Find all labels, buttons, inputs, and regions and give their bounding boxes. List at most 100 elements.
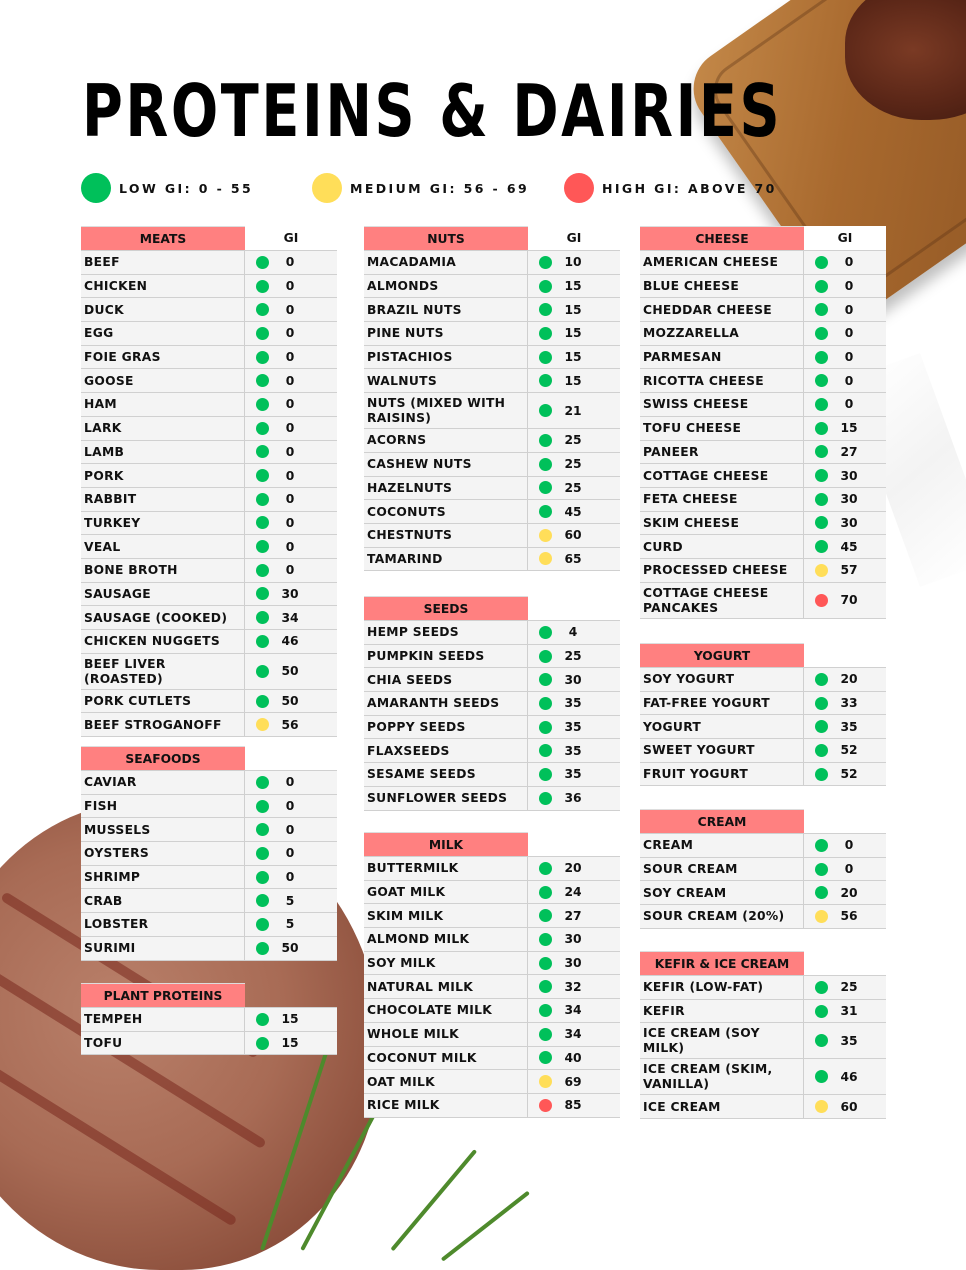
food-name: ICE CREAM xyxy=(640,1095,804,1119)
gi-cell: 0 xyxy=(245,488,337,511)
table-row: BLUE CHEESE 0 xyxy=(640,273,886,298)
table-row: SOY YOGURT 20 xyxy=(640,667,886,691)
low-gi-dot-icon xyxy=(815,886,828,900)
table-row: COCONUT MILK 40 xyxy=(364,1045,620,1070)
gi-cell: 50 xyxy=(245,937,337,960)
low-gi-dot-icon xyxy=(256,664,269,678)
category-title: MILK xyxy=(364,832,528,856)
table-row: CRAB 5 xyxy=(81,888,337,913)
gi-value: 33 xyxy=(840,696,858,711)
food-name: BUTTERMILK xyxy=(364,857,528,880)
kefir-ice-cream-table: KEFIR & ICE CREAM KEFIR (LOW-FAT) 25 KEFIR 3… xyxy=(640,951,886,1120)
gi-cell: 45 xyxy=(528,500,620,523)
food-name: ICE CREAM (SKIM, VANILLA) xyxy=(640,1059,804,1095)
gi-column-header: GI xyxy=(804,226,886,250)
food-name: SKIM MILK xyxy=(364,904,528,928)
table-row: HEMP SEEDS 4 xyxy=(364,620,620,644)
low-gi-dot-icon xyxy=(539,956,552,970)
low-gi-dot-icon xyxy=(815,421,828,435)
table-row: SWISS CHEESE 0 xyxy=(640,392,886,416)
table-row: PORK CUTLETS 50 xyxy=(81,688,337,713)
high-gi-dot-icon xyxy=(539,1098,552,1112)
gi-value: 0 xyxy=(844,397,854,412)
food-name: BEEF STROGANOFF xyxy=(81,713,245,737)
food-name: FRUIT YOGURT xyxy=(640,762,804,786)
gi-cell: 46 xyxy=(245,630,337,653)
gi-value: 60 xyxy=(840,1099,858,1114)
table-row: CHICKEN NUGGETS 46 xyxy=(81,629,337,653)
food-name: SOUR CREAM (20%) xyxy=(640,905,804,928)
food-name: NUTS (MIXED WITH RAISINS) xyxy=(364,393,528,429)
food-name: AMARANTH SEEDS xyxy=(364,692,528,715)
food-name: MACADAMIA xyxy=(364,251,528,274)
table-row: CHOCOLATE MILK 34 xyxy=(364,998,620,1022)
low-gi-dot-icon xyxy=(539,1003,552,1017)
table-row: SKIM CHEESE 30 xyxy=(640,510,886,535)
low-gi-dot-icon xyxy=(539,374,552,388)
gi-cell: 60 xyxy=(804,1095,886,1118)
food-name: BLUE CHEESE xyxy=(640,274,804,298)
food-name: OAT MILK xyxy=(364,1070,528,1093)
gi-cell: 50 xyxy=(245,690,337,713)
food-name: HAZELNUTS xyxy=(364,476,528,500)
low-gi-dot-icon xyxy=(256,279,269,293)
low-gi-dot-icon xyxy=(539,791,552,805)
gi-cell: 0 xyxy=(245,322,337,345)
legend-label: LOW GI: 0 - 55 xyxy=(119,180,254,196)
low-gi-dot-icon xyxy=(539,767,552,781)
table-row: RABBIT 0 xyxy=(81,486,337,511)
food-name: KEFIR (LOW-FAT) xyxy=(640,976,804,999)
food-name: PUMPKIN SEEDS xyxy=(364,644,528,668)
gi-value: 50 xyxy=(281,941,299,956)
gi-cell: 40 xyxy=(528,1047,620,1070)
table-row: FOIE GRAS 0 xyxy=(81,344,337,369)
gi-cell: 57 xyxy=(804,559,886,582)
low-gi-dot-icon xyxy=(815,862,828,876)
gi-value: 35 xyxy=(840,719,858,734)
gi-value: 57 xyxy=(840,563,858,578)
table-row: SKIM MILK 27 xyxy=(364,903,620,928)
table-row: COTTAGE CHEESE 30 xyxy=(640,463,886,487)
table-row: CASHEW NUTS 25 xyxy=(364,451,620,476)
food-name: WALNUTS xyxy=(364,369,528,393)
gi-cell: 30 xyxy=(245,583,337,606)
food-name: PORK CUTLETS xyxy=(81,689,245,713)
gi-column-header xyxy=(245,746,337,770)
low-gi-dot-icon xyxy=(815,516,828,530)
low-gi-dot-icon xyxy=(815,743,828,757)
food-name: EGG xyxy=(81,322,245,345)
table-row: BEEF STROGANOFF 56 xyxy=(81,712,337,738)
table-row: BONE BROTH 0 xyxy=(81,557,337,582)
low-gi-dot-icon xyxy=(256,694,269,708)
table-row: POPPY SEEDS 35 xyxy=(364,714,620,739)
table-row: GOOSE 0 xyxy=(81,368,337,393)
table-row: SURIMI 50 xyxy=(81,935,337,961)
low-gi-dot-icon xyxy=(815,255,828,269)
gi-cell: 34 xyxy=(528,999,620,1022)
gi-cell: 25 xyxy=(528,429,620,452)
gi-value: 0 xyxy=(844,255,854,270)
food-name: HAM xyxy=(81,393,245,416)
food-name: SOY YOGURT xyxy=(640,668,804,691)
gi-cell: 35 xyxy=(804,715,886,738)
category-title: CREAM xyxy=(640,809,804,833)
gi-value: 15 xyxy=(281,1012,299,1027)
low-gi-dot-icon xyxy=(256,516,269,530)
gi-cell: 36 xyxy=(528,787,620,810)
gi-cell: 30 xyxy=(528,952,620,975)
food-name: LOBSTER xyxy=(81,913,245,936)
gi-value: 0 xyxy=(285,302,295,317)
food-name: OYSTERS xyxy=(81,842,245,865)
low-gi-dot-icon xyxy=(539,255,552,269)
gi-value: 5 xyxy=(285,917,295,932)
gi-value: 25 xyxy=(564,480,582,495)
medium-gi-dot-icon xyxy=(815,1100,828,1114)
food-name: FOIE GRAS xyxy=(81,345,245,369)
gi-value: 31 xyxy=(840,1004,858,1019)
gi-value: 0 xyxy=(844,279,854,294)
low-gi-dot-icon xyxy=(256,587,269,601)
medium-gi-dot-icon xyxy=(539,1075,552,1089)
food-name: PROCESSED CHEESE xyxy=(640,558,804,582)
gi-value: 0 xyxy=(285,775,295,790)
table-row: WHOLE MILK 34 xyxy=(364,1021,620,1046)
